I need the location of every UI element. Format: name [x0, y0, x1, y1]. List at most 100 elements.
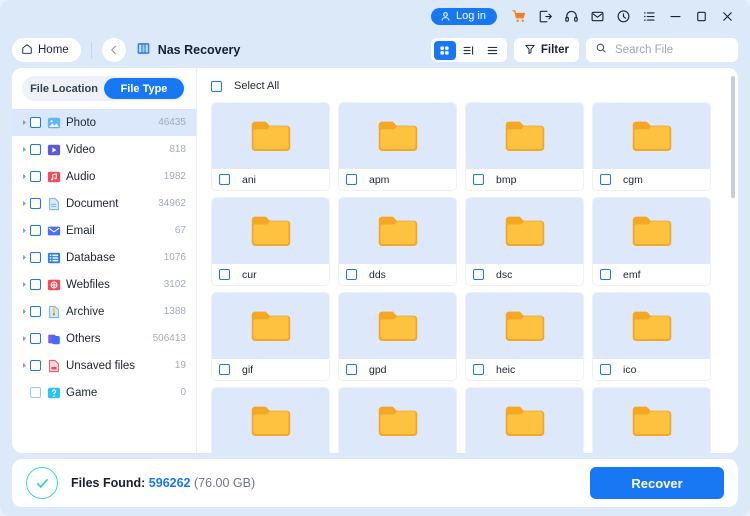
detail-list-view-button[interactable] [458, 41, 480, 60]
login-button[interactable]: Log in [431, 7, 497, 25]
list-view-button[interactable] [482, 41, 504, 60]
sidebar-item-archive[interactable]: Archive 1388 [12, 298, 196, 325]
close-icon[interactable] [716, 5, 738, 27]
folder-card[interactable]: jpeg [465, 387, 584, 453]
export-icon[interactable] [534, 5, 556, 27]
search-box[interactable] [586, 38, 738, 62]
sidebar-item-label: Audio [66, 170, 96, 183]
folder-checkbox[interactable] [346, 174, 357, 185]
folder-icon [593, 293, 710, 359]
recover-button[interactable]: Recover [590, 467, 724, 499]
folder-card[interactable]: gif [211, 292, 330, 381]
folder-card[interactable]: emf [592, 197, 711, 286]
expand-caret-icon[interactable] [18, 227, 30, 234]
folder-checkbox[interactable] [600, 174, 611, 185]
folder-checkbox[interactable] [219, 364, 230, 375]
sidebar-item-checkbox[interactable] [30, 252, 41, 263]
folder-card[interactable]: cgm [592, 102, 711, 191]
folder-card[interactable]: itc2 [338, 387, 457, 453]
folder-icon [466, 388, 583, 453]
folder-card[interactable]: dsc [465, 197, 584, 286]
folder-checkbox[interactable] [600, 364, 611, 375]
expand-caret-icon[interactable] [18, 308, 30, 315]
folder-card[interactable]: jpg [592, 387, 711, 453]
menu-list-icon[interactable] [638, 5, 660, 27]
sidebar-item-checkbox[interactable] [30, 198, 41, 209]
expand-caret-icon[interactable] [18, 146, 30, 153]
cart-icon[interactable] [508, 5, 530, 27]
sidebar-item-checkbox[interactable] [30, 306, 41, 317]
search-input[interactable] [613, 43, 729, 57]
expand-caret-icon[interactable] [18, 254, 30, 261]
select-all-row[interactable]: Select All [197, 68, 738, 98]
sidebar-item-label: Database [66, 251, 116, 264]
folder-card-footer: ani [212, 169, 329, 190]
folder-card[interactable]: bmp [465, 102, 584, 191]
sidebar-item-checkbox[interactable] [30, 171, 41, 182]
sidebar-item-checkbox[interactable] [30, 279, 41, 290]
headphones-icon[interactable] [560, 5, 582, 27]
folder-card[interactable]: heic [465, 292, 584, 381]
sidebar-item-unsaved-files[interactable]: Unsaved files 19 [12, 352, 196, 379]
folder-card[interactable]: img [211, 387, 330, 453]
sidebar-item-database[interactable]: Database 1076 [12, 244, 196, 271]
sidebar-item-others[interactable]: Others 506413 [12, 325, 196, 352]
folder-card[interactable]: ico [592, 292, 711, 381]
sidebar-item-video[interactable]: Video 818 [12, 136, 196, 163]
clock-icon[interactable] [612, 5, 634, 27]
filter-icon [524, 43, 536, 58]
expand-caret-icon[interactable] [18, 335, 30, 342]
tab-file-type[interactable]: File Type [104, 78, 184, 99]
folder-card[interactable]: gpd [338, 292, 457, 381]
sidebar-item-photo[interactable]: Photo 46435 [12, 109, 196, 136]
minimize-icon[interactable] [664, 5, 686, 27]
folder-name: cgm [623, 173, 643, 186]
back-button[interactable] [101, 38, 126, 62]
sidebar-item-webfiles[interactable]: Webfiles 3102 [12, 271, 196, 298]
select-all-checkbox[interactable] [211, 80, 222, 92]
folder-checkbox[interactable] [473, 269, 484, 280]
files-found-size: (76.00 GB) [194, 476, 256, 490]
sidebar-item-document[interactable]: Document 34962 [12, 190, 196, 217]
sidebar-item-checkbox[interactable] [30, 360, 41, 371]
expand-caret-icon[interactable] [18, 119, 30, 126]
folder-checkbox[interactable] [219, 174, 230, 185]
folder-icon [339, 198, 456, 264]
folder-checkbox[interactable] [473, 174, 484, 185]
mail-icon[interactable] [586, 5, 608, 27]
home-button[interactable]: Home [12, 38, 81, 62]
sidebar-item-game[interactable]: Game 0 [12, 379, 196, 406]
folder-card[interactable]: cur [211, 197, 330, 286]
sidebar-item-label: Webfiles [66, 278, 110, 291]
content-scrollbar-thumb[interactable] [731, 76, 735, 198]
folder-card-footer: apm [339, 169, 456, 190]
sidebar-item-count: 1076 [163, 252, 186, 263]
grid-view-button[interactable] [433, 40, 456, 60]
sidebar-item-checkbox[interactable] [30, 117, 41, 128]
folder-card[interactable]: dds [338, 197, 457, 286]
breadcrumb[interactable]: Nas Recovery [136, 41, 240, 59]
files-found-text: Files Found: 596262 (76.00 GB) [71, 476, 255, 490]
folder-checkbox[interactable] [346, 364, 357, 375]
sidebar-item-email[interactable]: Email 67 [12, 217, 196, 244]
sidebar-item-audio[interactable]: Audio 1982 [12, 163, 196, 190]
tab-file-location[interactable]: File Location [24, 78, 104, 99]
sidebar-item-checkbox[interactable] [30, 225, 41, 236]
sidebar-item-checkbox[interactable] [30, 333, 41, 344]
filter-label: Filter [540, 44, 569, 56]
filter-button[interactable]: Filter [513, 38, 579, 62]
expand-caret-icon[interactable] [18, 173, 30, 180]
folder-checkbox[interactable] [473, 364, 484, 375]
files-found-label: Files Found: [71, 476, 146, 490]
folder-card[interactable]: ani [211, 102, 330, 191]
expand-caret-icon[interactable] [18, 200, 30, 207]
folder-card[interactable]: apm [338, 102, 457, 191]
sidebar-item-checkbox[interactable] [30, 387, 41, 398]
folder-checkbox[interactable] [600, 269, 611, 280]
sidebar-item-checkbox[interactable] [30, 144, 41, 155]
expand-caret-icon[interactable] [18, 362, 30, 369]
maximize-icon[interactable] [690, 5, 712, 27]
folder-checkbox[interactable] [219, 269, 230, 280]
expand-caret-icon[interactable] [18, 281, 30, 288]
folder-checkbox[interactable] [346, 269, 357, 280]
